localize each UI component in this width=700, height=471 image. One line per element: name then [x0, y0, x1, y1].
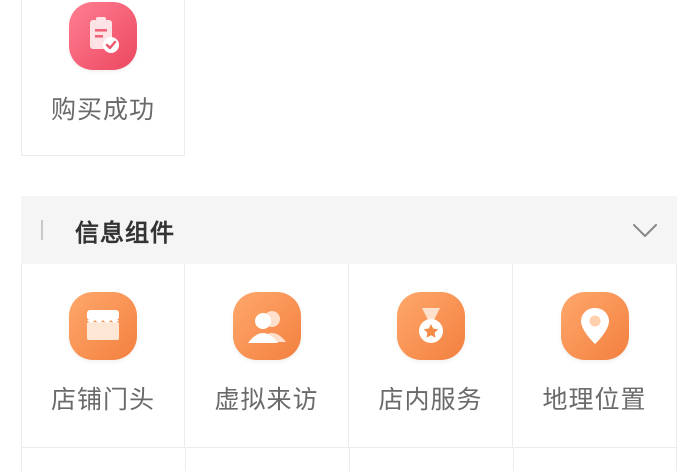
location-pin-icon	[560, 292, 629, 360]
component-item-store-front[interactable]: 店铺门头	[21, 264, 185, 447]
component-grid-row-2	[21, 447, 677, 471]
component-label: 店铺门头	[50, 385, 155, 414]
component-item-geo-location[interactable]: 地理位置	[513, 264, 677, 447]
component-item-virtual-visit[interactable]: 虚拟来访	[185, 264, 349, 447]
visitors-icon	[232, 292, 301, 360]
section-header-info-components[interactable]: 信息组件	[21, 196, 677, 264]
component-label: 虚拟来访	[214, 385, 319, 414]
medal-icon	[396, 292, 465, 360]
clipboard-check-icon	[69, 2, 137, 70]
component-label: 地理位置	[542, 385, 647, 414]
component-item-purchase-success[interactable]: 购买成功	[21, 0, 185, 156]
storefront-icon	[69, 292, 137, 360]
component-label: 购买成功	[50, 95, 155, 124]
component-item-in-store-service[interactable]: 店内服务	[349, 264, 513, 447]
chevron-down-icon[interactable]	[631, 216, 659, 244]
component-label: 店内服务	[378, 385, 483, 414]
section-divider-bar	[41, 220, 43, 240]
section-title: 信息组件	[75, 219, 175, 247]
